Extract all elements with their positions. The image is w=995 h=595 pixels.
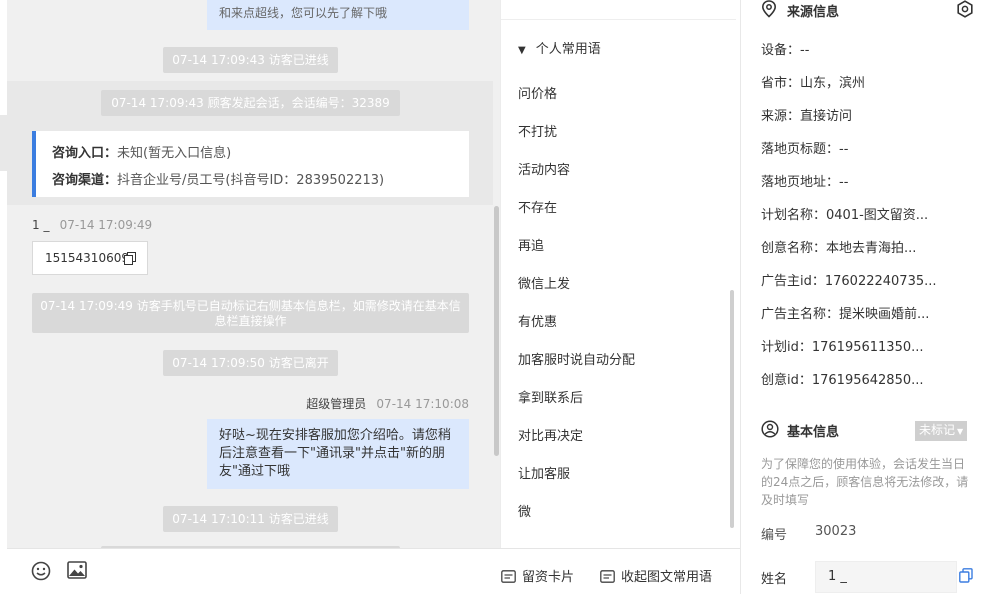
phrase-item[interactable]: 加客服时说自动分配 (518, 349, 635, 368)
collapse-phrases-button[interactable]: 收起图文常用语 (600, 566, 712, 585)
visitor-phone-message: 15154310609 (32, 241, 148, 275)
agent-message-time: 07-14 17:10:08 (376, 397, 469, 411)
user-circle-icon (761, 420, 779, 438)
caret-down-icon: ▼ (957, 427, 964, 436)
source-landing-url: 落地页地址：-- (761, 175, 849, 190)
visitor-phone-text: 15154310609 (45, 251, 129, 265)
chat-left-edge (0, 0, 7, 594)
phrase-item[interactable]: 对比再决定 (518, 425, 583, 444)
message-icon (600, 570, 615, 583)
basic-info-hint: 为了保障您的使用体验，会话发生当日的24点之后，顾客信息将无法修改，请及时填写 (761, 457, 969, 507)
chat-panel: 和来点超线，您可以先了解下哦 07-14 17:09:43 访客已进线 07-1… (0, 0, 500, 594)
phrase-item[interactable]: 不存在 (518, 197, 557, 216)
source-creative-id: 创意id：176195642850... (761, 373, 924, 388)
consult-entry-value: 未知(暂无入口信息) (117, 146, 232, 161)
consult-channel-label: 咨询渠道： (52, 173, 118, 188)
phrase-item[interactable]: 微 (518, 501, 531, 520)
consult-channel-value: 抖音企业号/员工号(抖音号ID：2839502213) (117, 173, 385, 188)
tag-dropdown-label: 未标记 (919, 423, 956, 437)
agent-bubble-previous: 和来点超线，您可以先了解下哦 (207, 0, 469, 30)
customer-name-input[interactable]: 1 _ (815, 561, 957, 593)
caret-down-icon: ▼ (518, 45, 526, 56)
phrases-scrollbar[interactable] (730, 290, 734, 528)
phrases-group-title: 个人常用语 (535, 42, 601, 57)
agent-name: 超级管理员 (306, 397, 367, 411)
phrase-item[interactable]: 让加客服 (518, 463, 570, 482)
phrase-item[interactable]: 拿到联系后 (518, 387, 583, 406)
agent-message-text: 好哒~现在安排客服加您介绍哈。请您稍后注意查看一下"通讯录"并点击"新的朋友"通… (219, 428, 451, 479)
smile-icon[interactable] (31, 561, 51, 581)
phrase-item[interactable]: 不打扰 (518, 121, 557, 140)
agent-message-bubble: 好哒~现在安排客服加您介绍哈。请您稍后注意查看一下"通讯录"并点击"新的朋友"通… (207, 419, 469, 489)
customer-name-value: 1 _ (828, 569, 847, 584)
source-info-title: 来源信息 (787, 5, 840, 20)
consult-entry-label: 咨询入口： (52, 146, 118, 161)
lead-card-button[interactable]: 留资卡片 (501, 566, 574, 585)
collapse-phrases-label: 收起图文常用语 (621, 570, 713, 585)
phone-marked-notice: 07-14 17:09:49 访客手机号已自动标记右侧基本信息栏，如需修改请在基… (40, 299, 461, 328)
source-plan-name: 计划名称：0401-图文留资... (761, 208, 929, 223)
source-origin: 来源：直接访问 (761, 109, 853, 124)
common-phrases-panel: ▼ 个人常用语 问价格 不打扰 活动内容 不存在 再追 微信上发 有优惠 加客服时… (500, 0, 741, 548)
customer-info-panel: 来源信息 设备：-- 省市：山东，滨州 来源：直接访问 落地页标题：-- 落地页… (740, 0, 995, 594)
system-message: 07-14 17:09:43 顾客发起会话，会话编号：32389 (101, 90, 400, 116)
image-icon[interactable] (67, 561, 87, 579)
copy-icon[interactable] (959, 568, 973, 583)
location-icon (761, 0, 777, 18)
source-creative-name: 创意名称：本地去青海拍... (761, 241, 917, 256)
phrase-item[interactable]: 有优惠 (518, 311, 557, 330)
source-region: 省市：山东，滨州 (761, 76, 866, 91)
customer-id-label: 编号 (761, 528, 788, 543)
customer-id-value: 30023 (815, 524, 857, 539)
consult-channel-row: 咨询渠道：抖音企业号/员工号(抖音号ID：2839502213) (52, 169, 384, 188)
system-message: 07-14 17:09:43 访客已进线 (163, 47, 338, 73)
phrase-item[interactable]: 问价格 (518, 83, 557, 102)
source-plan-id: 计划id：176195611350... (761, 340, 924, 355)
tag-dropdown[interactable]: 未标记 ▼ (915, 421, 968, 441)
source-device: 设备：-- (761, 43, 810, 58)
system-message: 07-14 17:10:11 访客已进线 (163, 506, 338, 532)
phrase-item[interactable]: 微信上发 (518, 273, 570, 292)
consult-info-card: 咨询入口：未知(暂无入口信息) 咨询渠道：抖音企业号/员工号(抖音号ID：283… (32, 131, 469, 197)
phrase-item[interactable]: 活动内容 (518, 159, 570, 178)
phrases-divider (501, 19, 736, 20)
phrase-item[interactable]: 再追 (518, 235, 544, 254)
settings-icon[interactable] (956, 0, 974, 18)
card-icon (501, 570, 516, 583)
source-landing-title: 落地页标题：-- (761, 142, 849, 157)
copy-icon[interactable] (124, 252, 136, 265)
chat-edge-marker (0, 115, 7, 171)
basic-info-title: 基本信息 (787, 425, 840, 440)
visitor-name: 1 _ (32, 218, 50, 232)
chat-toolbar: 留资卡片 收起图文常用语 (7, 548, 740, 595)
visitor-meta: 1 _ 07-14 17:09:49 (32, 218, 152, 233)
customer-name-label: 姓名 (761, 572, 788, 587)
source-advertiser-name: 广告主名称：提米映画婚前... (761, 307, 930, 322)
source-advertiser-id: 广告主id：176022240735... (761, 274, 937, 289)
system-message: 07-14 17:09:50 访客已离开 (163, 350, 338, 376)
agent-meta: 超级管理员 07-14 17:10:08 (240, 395, 469, 412)
phrases-group-header[interactable]: ▼ 个人常用语 (518, 38, 601, 57)
consult-entry-row: 咨询入口：未知(暂无入口信息) (52, 142, 231, 161)
system-message: 07-14 17:09:49 访客手机号已自动标记右侧基本信息栏，如需修改请在基… (32, 293, 469, 333)
visitor-message-time: 07-14 17:09:49 (59, 218, 153, 232)
previous-message-text: 和来点超线，您可以先了解下哦 (219, 6, 388, 20)
chat-scrollbar[interactable] (494, 206, 499, 456)
lead-card-label: 留资卡片 (522, 570, 575, 585)
